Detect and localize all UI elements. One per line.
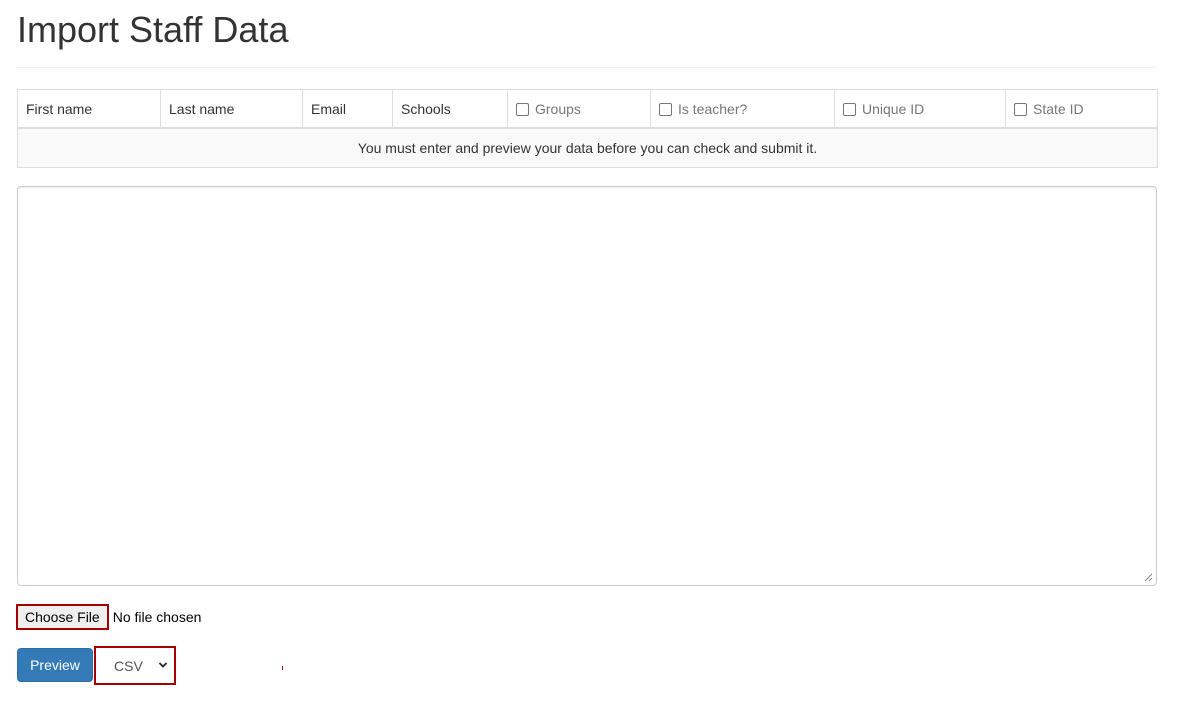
- columns-header-row: First name Last name Email Schools Group…: [17, 89, 1158, 129]
- column-first-name: First name: [17, 89, 161, 129]
- title-divider: [17, 67, 1157, 68]
- state-id-checkbox[interactable]: [1014, 102, 1027, 116]
- column-label: Unique ID: [862, 100, 925, 117]
- column-is-teacher: Is teacher?: [650, 89, 835, 129]
- page-title: Import Staff Data: [17, 9, 289, 50]
- column-groups: Groups: [507, 89, 651, 129]
- column-state-id: State ID: [1005, 89, 1158, 129]
- column-unique-id: Unique ID: [834, 89, 1006, 129]
- chevron-down-icon: [158, 662, 168, 668]
- file-status: No file chosen: [112, 609, 202, 625]
- column-label: Schools: [401, 100, 451, 117]
- column-label: Is teacher?: [678, 100, 748, 117]
- notice-row: You must enter and preview your data bef…: [17, 127, 1158, 168]
- format-select-value: CSV: [114, 657, 143, 674]
- preview-label: Preview: [30, 657, 80, 673]
- is-teacher-checkbox[interactable]: [659, 102, 672, 116]
- file-upload: Choose File No file chosen: [16, 604, 201, 630]
- resize-handle-icon[interactable]: [1144, 573, 1153, 582]
- format-select[interactable]: CSV: [94, 646, 176, 685]
- columns-table: First name Last name Email Schools Group…: [17, 89, 1158, 168]
- preview-button[interactable]: Preview: [17, 648, 93, 682]
- column-label: Last name: [169, 100, 235, 117]
- column-label: First name: [26, 100, 93, 117]
- column-last-name: Last name: [160, 89, 303, 129]
- data-textarea[interactable]: [17, 186, 1157, 586]
- column-label: Email: [311, 100, 347, 117]
- choose-file-button[interactable]: Choose File: [16, 604, 109, 630]
- column-label: State ID: [1033, 100, 1084, 117]
- groups-checkbox[interactable]: [516, 102, 529, 116]
- column-schools: Schools: [392, 89, 508, 129]
- unique-id-checkbox[interactable]: [843, 102, 856, 116]
- column-email: Email: [302, 89, 393, 129]
- choose-file-label: Choose File: [25, 609, 100, 625]
- stray-mark: [282, 666, 283, 670]
- column-label: Groups: [535, 100, 581, 117]
- preview-notice: You must enter and preview your data bef…: [17, 127, 1158, 168]
